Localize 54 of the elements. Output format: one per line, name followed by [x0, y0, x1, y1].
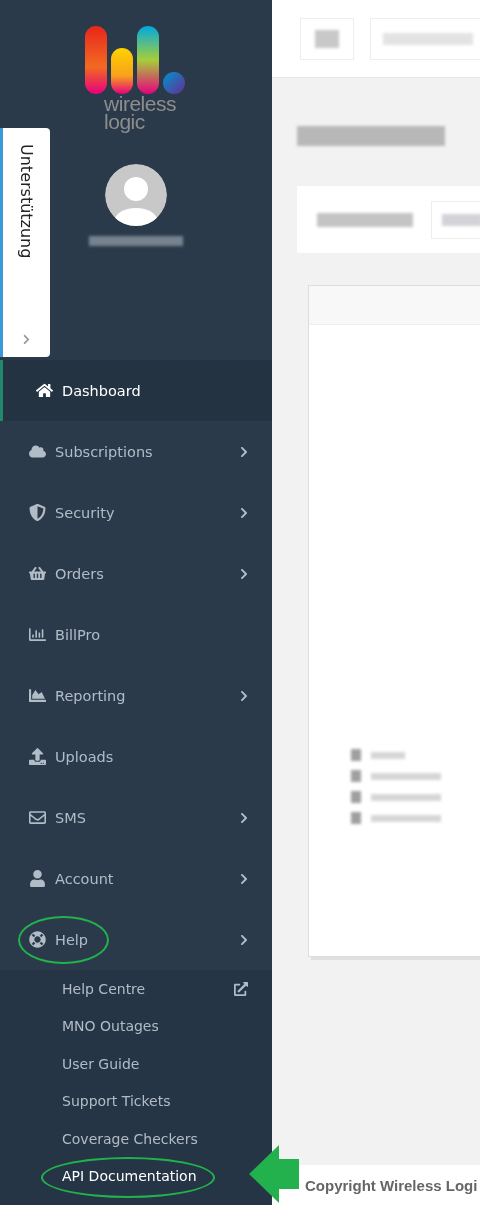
chevron-right-icon — [238, 811, 250, 824]
user-icon — [27, 870, 47, 887]
logo-text: logic — [104, 113, 145, 131]
submenu-item[interactable]: Coverage Checkers — [0, 1120, 248, 1158]
filter-select[interactable] — [431, 200, 480, 239]
sidebar-item[interactable]: Account — [0, 848, 272, 909]
legend-swatch — [351, 770, 361, 782]
submenu-item[interactable]: MNO Outages — [0, 1007, 248, 1045]
upload-icon — [27, 748, 47, 765]
blurred-text — [371, 772, 441, 780]
sidebar-item[interactable]: SMS — [0, 787, 272, 848]
blurred-text — [371, 814, 441, 822]
support-tab[interactable]: Unterstützung — [0, 128, 50, 357]
basket-icon — [27, 565, 47, 582]
logo-text: wireless — [104, 95, 176, 113]
copyright-text: Copyright Wireless Logi — [305, 1176, 478, 1194]
home-icon — [34, 382, 54, 399]
sidebar-item[interactable]: Dashboard — [0, 360, 272, 421]
menu-toggle[interactable] — [300, 17, 354, 60]
submenu-item[interactable]: Support Tickets — [0, 1082, 248, 1120]
sidebar-item[interactable]: Reporting — [0, 665, 272, 726]
sidebar-item[interactable]: BillPro — [0, 604, 272, 665]
chevron-right-icon — [238, 506, 250, 519]
submenu-item[interactable]: API Documentation — [0, 1157, 248, 1195]
blurred-text — [371, 751, 405, 759]
logo-mark-icon — [85, 26, 187, 95]
chevron-right-icon — [21, 334, 32, 345]
sidebar-item[interactable]: Help — [0, 909, 272, 970]
blurred-text — [442, 213, 480, 226]
legend-swatch — [351, 791, 361, 803]
cloud-icon — [27, 443, 47, 460]
lifebuoy-icon — [27, 931, 47, 948]
envelope-icon — [27, 809, 47, 826]
search-field[interactable] — [370, 17, 480, 60]
blurred-text — [371, 793, 441, 801]
chevron-right-icon — [238, 567, 250, 580]
legend-swatch — [351, 812, 361, 824]
legend-swatch — [351, 749, 361, 761]
submenu-item[interactable]: User Guide — [0, 1045, 248, 1083]
submenu-item[interactable]: Help Centre — [0, 970, 248, 1008]
sidebar-item[interactable]: Subscriptions — [0, 421, 272, 482]
bar-chart-icon — [27, 626, 47, 643]
chevron-right-icon — [238, 933, 250, 946]
blurred-icon — [315, 29, 339, 48]
chevron-right-icon — [238, 689, 250, 702]
chevron-right-icon — [238, 445, 250, 458]
shield-icon — [27, 504, 47, 521]
area-chart-icon — [27, 687, 47, 704]
avatar-icon — [105, 164, 167, 226]
external-link-icon — [234, 981, 248, 996]
sidebar-item[interactable]: Orders — [0, 543, 272, 604]
sidebar-item[interactable]: Security — [0, 482, 272, 543]
sidebar-item[interactable]: Uploads — [0, 726, 272, 787]
chevron-right-icon — [238, 872, 250, 885]
